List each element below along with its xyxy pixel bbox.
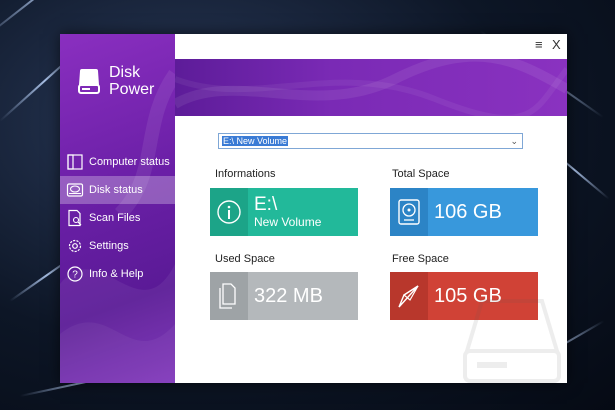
header-banner: [175, 59, 567, 116]
main-content: E:\ New Volume ⌄ Informations E:\ New Vo…: [175, 116, 567, 383]
sidebar-nav: Computer status Disk status Scan Files S…: [60, 148, 175, 288]
used-space-label: Used Space: [215, 253, 275, 265]
informations-tile-body: E:\ New Volume: [248, 188, 358, 236]
total-space-icon-box: [390, 188, 428, 236]
sidebar-item-computer-status[interactable]: Computer status: [60, 148, 175, 176]
sidebar-item-label: Computer status: [89, 156, 170, 168]
volume-name: New Volume: [254, 215, 322, 229]
hard-drive-icon: [66, 183, 84, 197]
app-name-line2: Power: [109, 81, 155, 98]
monitor-icon: [67, 154, 83, 170]
help-icon: ?: [67, 266, 83, 282]
used-space-tile-body: 322 MB: [248, 272, 358, 320]
sidebar-item-settings[interactable]: Settings: [60, 232, 175, 260]
free-space-icon-box: [390, 272, 428, 320]
used-space-icon-box: [210, 272, 248, 320]
total-space-tile: 106 GB: [390, 188, 538, 236]
menu-icon[interactable]: ≡: [535, 38, 543, 52]
sidebar-item-label: Settings: [89, 240, 129, 252]
gear-icon: [68, 239, 82, 253]
informations-tile: E:\ New Volume: [210, 188, 358, 236]
sidebar-item-scan-files[interactable]: Scan Files: [60, 204, 175, 232]
app-window: Disk Power Computer status Disk status S…: [60, 34, 567, 383]
total-space-label: Total Space: [392, 168, 450, 180]
banner-swirl: [175, 59, 567, 116]
informations-label: Informations: [215, 168, 276, 180]
sidebar-item-info-help[interactable]: ? Info & Help: [60, 260, 175, 288]
disk-watermark-icon: [463, 299, 561, 383]
used-space-value: 322 MB: [254, 285, 323, 307]
close-icon[interactable]: X: [552, 38, 561, 52]
info-icon: [217, 200, 241, 224]
app-logo: Disk Power: [78, 64, 154, 98]
drive-letter: E:\: [254, 194, 278, 215]
drive-select-value: E:\ New Volume: [222, 136, 289, 146]
total-space-tile-body: 106 GB: [428, 188, 538, 236]
sidebar-item-label: Info & Help: [89, 268, 144, 280]
free-space-label: Free Space: [392, 253, 449, 265]
informations-icon-box: [210, 188, 248, 236]
sidebar: Disk Power Computer status Disk status S…: [60, 34, 175, 383]
paper-plane-icon: [398, 285, 419, 308]
app-name: Disk Power: [109, 64, 154, 98]
document-search-icon: [68, 209, 82, 227]
hard-disk-icon: [398, 199, 420, 225]
chevron-down-icon[interactable]: ⌄: [510, 134, 518, 148]
drive-select[interactable]: E:\ New Volume ⌄: [218, 133, 523, 149]
documents-icon: [219, 283, 236, 309]
svg-text:?: ?: [72, 270, 78, 281]
sidebar-item-label: Disk status: [89, 184, 143, 196]
sidebar-item-label: Scan Files: [89, 212, 141, 224]
title-bar: ≡ X: [175, 34, 567, 58]
sidebar-item-disk-status[interactable]: Disk status: [60, 176, 175, 204]
used-space-tile: 322 MB: [210, 272, 358, 320]
app-name-line1: Disk: [109, 64, 141, 81]
total-space-value: 106 GB: [434, 201, 502, 223]
disk-drive-icon: [78, 69, 100, 94]
